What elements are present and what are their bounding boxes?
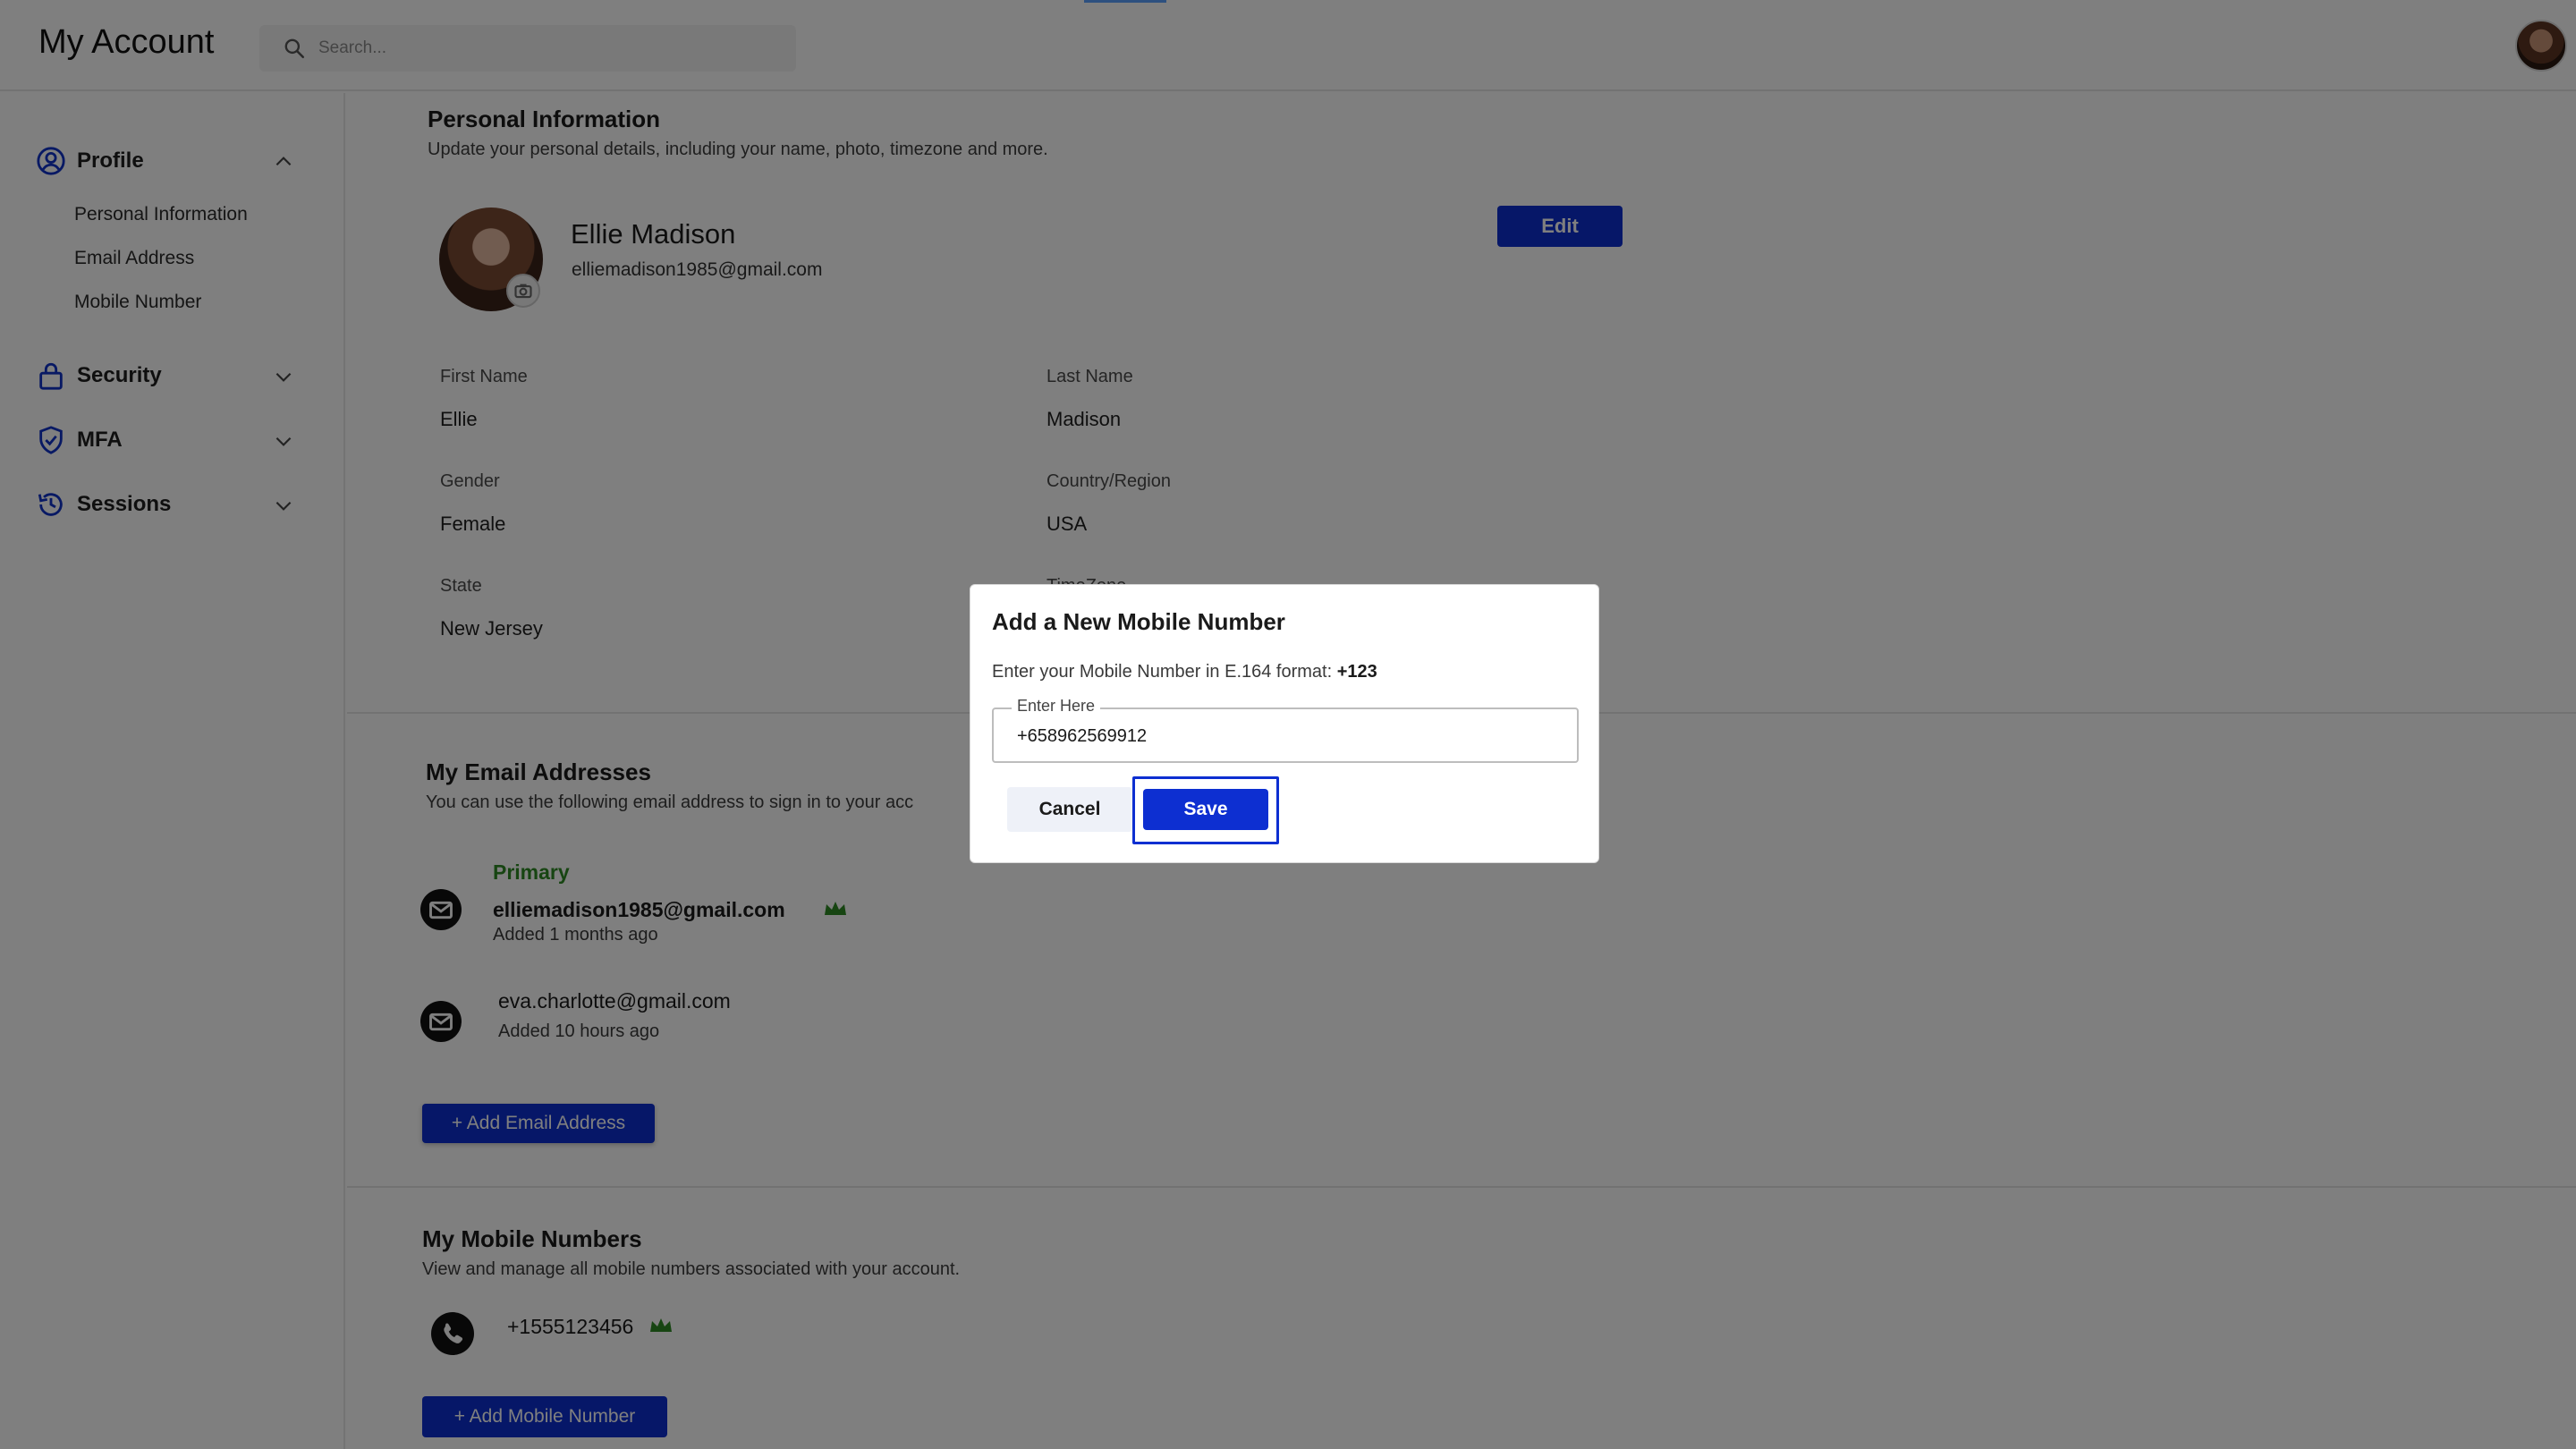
dialog-description: Enter your Mobile Number in E.164 format… [992,662,1377,682]
add-mobile-number-dialog: Add a New Mobile Number Enter your Mobil… [970,584,1599,863]
cancel-button[interactable]: Cancel [1007,787,1132,832]
mobile-number-input[interactable] [1017,720,1554,752]
app-root: My Account Profile Personal Information … [0,0,2576,1449]
save-button[interactable]: Save [1143,789,1268,830]
mobile-number-field[interactable]: Enter Here [992,697,1579,763]
field-label: Enter Here [1012,697,1101,716]
dialog-title: Add a New Mobile Number [992,608,1285,635]
dialog-description-text: Enter your Mobile Number in E.164 format… [992,662,1337,682]
format-example: +123 [1336,662,1377,682]
